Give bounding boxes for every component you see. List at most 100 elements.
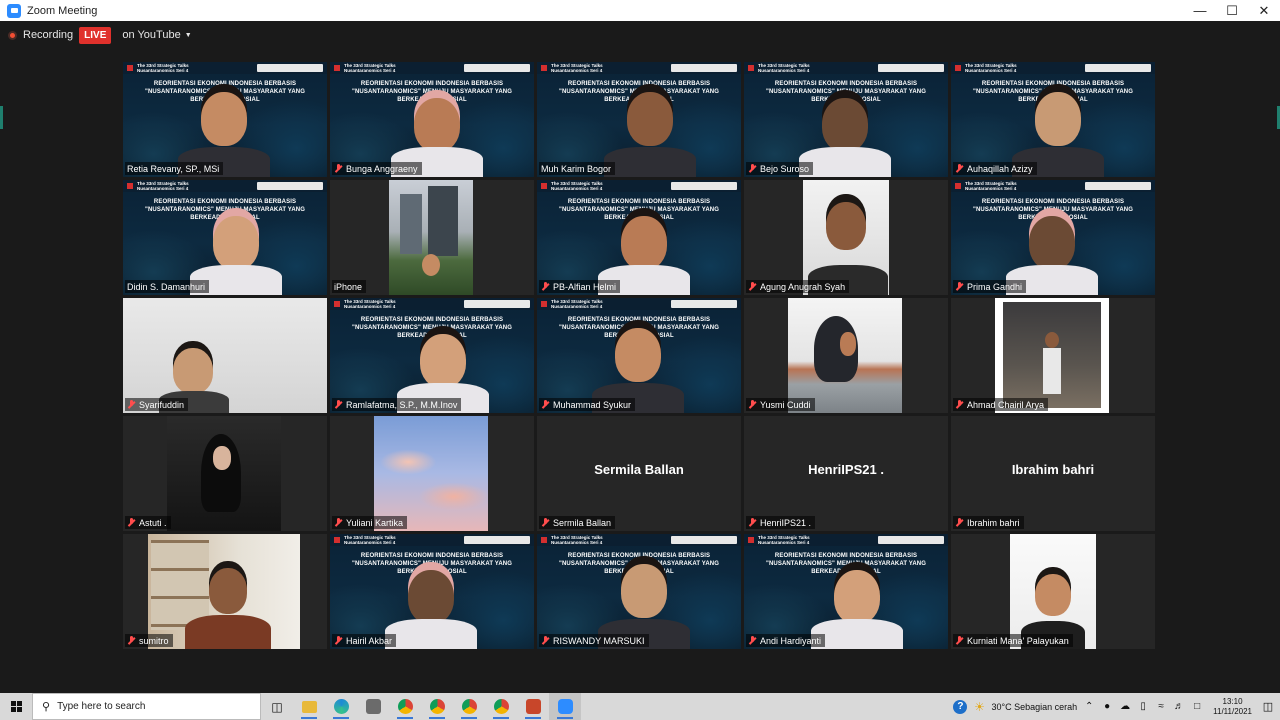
participant-tile[interactable]: The 33rd Strategic Talks Nusantaranomics… [537,62,741,177]
participant-tile[interactable]: The 33rd Strategic Talks Nusantaranomics… [537,298,741,413]
participant-tile[interactable]: The 33rd Strategic Talks Nusantaranomics… [951,180,1155,295]
start-button[interactable] [0,693,32,720]
slide-series-title: The 33rd Strategic Talks Nusantaranomics… [137,181,189,191]
weather-icon[interactable]: ☀ [973,700,985,714]
sponsor-logos [464,64,530,72]
participant-tile[interactable]: The 33rd Strategic Talks Nusantaranomics… [744,534,948,649]
participant-tile[interactable]: Syarifuddin [123,298,327,413]
participant-tile[interactable]: The 33rd Strategic Talks Nusantaranomics… [123,180,327,295]
person-body [1043,348,1061,394]
chrome-profile-button[interactable] [421,693,453,720]
sponsor-logos [671,64,737,72]
participant-tile[interactable]: The 33rd Strategic Talks Nusantaranomics… [537,534,741,649]
person [615,328,661,382]
participant-name: sumitro [139,635,169,646]
person [213,216,259,270]
zoom-taskbar-button[interactable] [549,693,581,720]
help-icon[interactable]: ? [953,699,968,714]
battery-icon[interactable]: ▯ [1137,701,1149,713]
participant-tile[interactable]: Ibrahim bahri Ibrahim bahri [951,416,1155,531]
weather-text[interactable]: 30°C Sebagian cerah [991,702,1077,712]
system-tray: ? ☀ 30°C Sebagian cerah ⌃ ● ☁ ▯ ≈ ♬ □ 13… [953,693,1280,720]
participant-tile[interactable]: HenriIPS21 . HenriIPS21 . [744,416,948,531]
minimize-button[interactable]: — [1184,0,1216,21]
participant-name: Retia Revany, SP., MSi [127,163,220,174]
participant-tile[interactable]: The 33rd Strategic Talks Nusantaranomics… [123,62,327,177]
participant-tile[interactable]: Ahmad Chairil Arya [951,298,1155,413]
volume-icon[interactable]: ♬ [1173,701,1185,713]
muted-mic-icon [955,163,964,174]
taskbar-search[interactable]: ⚲ Type here to search [32,693,261,720]
participant-name: Ramlafatma, S.P., M.M.Inov [346,399,458,410]
meeting-topbar: Recording LIVE on YouTube ▼ [8,26,197,44]
participant-tile[interactable]: The 33rd Strategic Talks Nusantaranomics… [330,534,534,649]
powerpoint-button[interactable] [517,693,549,720]
participant-tile[interactable]: The 33rd Strategic Talks Nusantaranomics… [951,62,1155,177]
participant-name: RISWANDY MARSUKI [553,635,645,646]
participant-tile[interactable]: Sermila Ballan Sermila Ballan [537,416,741,531]
participant-tile[interactable]: Yusmi Cuddi [744,298,948,413]
participant-name-tag: Ramlafatma, S.P., M.M.Inov [332,398,462,411]
participant-tile[interactable]: Astuti . [123,416,327,531]
sponsor-logos [1085,182,1151,190]
search-placeholder: Type here to search [57,701,146,712]
live-badge[interactable]: LIVE [79,26,112,44]
app-icon [365,699,381,714]
wifi-icon[interactable]: ≈ [1155,701,1167,713]
youtube-stream-button[interactable]: on YouTube ▼ [117,27,196,43]
chrome-button[interactable] [389,693,421,720]
participant-tile[interactable]: The 33rd Strategic Talks Nusantaranomics… [744,62,948,177]
chevron-up-icon[interactable]: ⌃ [1083,701,1095,713]
slide-series-title: The 33rd Strategic Talks Nusantaranomics… [551,63,603,73]
youtube-label: on YouTube [122,29,181,41]
person [420,334,466,388]
participant-tile[interactable]: The 33rd Strategic Talks Nusantaranomics… [537,180,741,295]
participant-name: Syarifuddin [139,399,185,410]
language-icon[interactable]: □ [1191,701,1203,713]
participant-tile[interactable]: iPhone [330,180,534,295]
left-edge-strip [0,106,3,129]
notification-icon[interactable]: ◫ [1262,701,1274,713]
muted-mic-icon [127,517,136,528]
onedrive-icon[interactable]: ☁ [1119,701,1131,713]
close-button[interactable]: ✕ [1248,0,1280,21]
muted-mic-icon [955,399,964,410]
muted-mic-icon [334,399,343,410]
participant-tile[interactable]: The 33rd Strategic Talks Nusantaranomics… [330,62,534,177]
participant-tile[interactable]: The 33rd Strategic Talks Nusantaranomics… [330,298,534,413]
participant-name-tag: Muh Karim Bogor [539,162,616,175]
edge-button[interactable] [325,693,357,720]
taskbar-clock[interactable]: 13:10 11/11/2021 [1213,697,1252,717]
participant-tile[interactable]: Yuliani Kartika [330,416,534,531]
task-view-button[interactable]: ◫ [261,693,293,720]
muted-mic-icon [955,281,964,292]
participant-name: PB-Alfian Helmi [553,281,617,292]
participant-name-tag: RISWANDY MARSUKI [539,634,649,647]
slide-series-title: The 33rd Strategic Talks Nusantaranomics… [965,181,1017,191]
microphone-icon[interactable]: ● [1101,701,1113,713]
chrome-profile-button-3[interactable] [485,693,517,720]
person-body [185,615,271,649]
person [173,348,213,394]
zoom-app: Zoom Meeting — ☐ ✕ Recording LIVE on You… [0,0,1280,720]
file-explorer-button[interactable] [293,693,325,720]
person-body [604,147,696,177]
app-button-4[interactable] [357,693,389,720]
participant-tile[interactable]: Kurniati Mana' Palayukan [951,534,1155,649]
muted-mic-icon [748,281,757,292]
participant-name-tag: Auhaqillah Azizy [953,162,1037,175]
building [400,194,422,254]
maximize-button[interactable]: ☐ [1216,0,1248,21]
title-bar: Zoom Meeting — ☐ ✕ [0,0,1280,21]
person [408,570,454,624]
participant-tile[interactable]: Agung Anugrah Syah [744,180,948,295]
participant-name: Prima Gandhi [967,281,1023,292]
recording-label[interactable]: Recording [23,29,73,41]
participant-name: iPhone [334,281,363,292]
chrome-icon [429,699,445,714]
participant-display-name: Sermila Ballan [594,462,684,477]
muted-mic-icon [334,163,343,174]
chrome-profile-button-2[interactable] [453,693,485,720]
muted-mic-icon [541,517,550,528]
participant-tile[interactable]: sumitro [123,534,327,649]
